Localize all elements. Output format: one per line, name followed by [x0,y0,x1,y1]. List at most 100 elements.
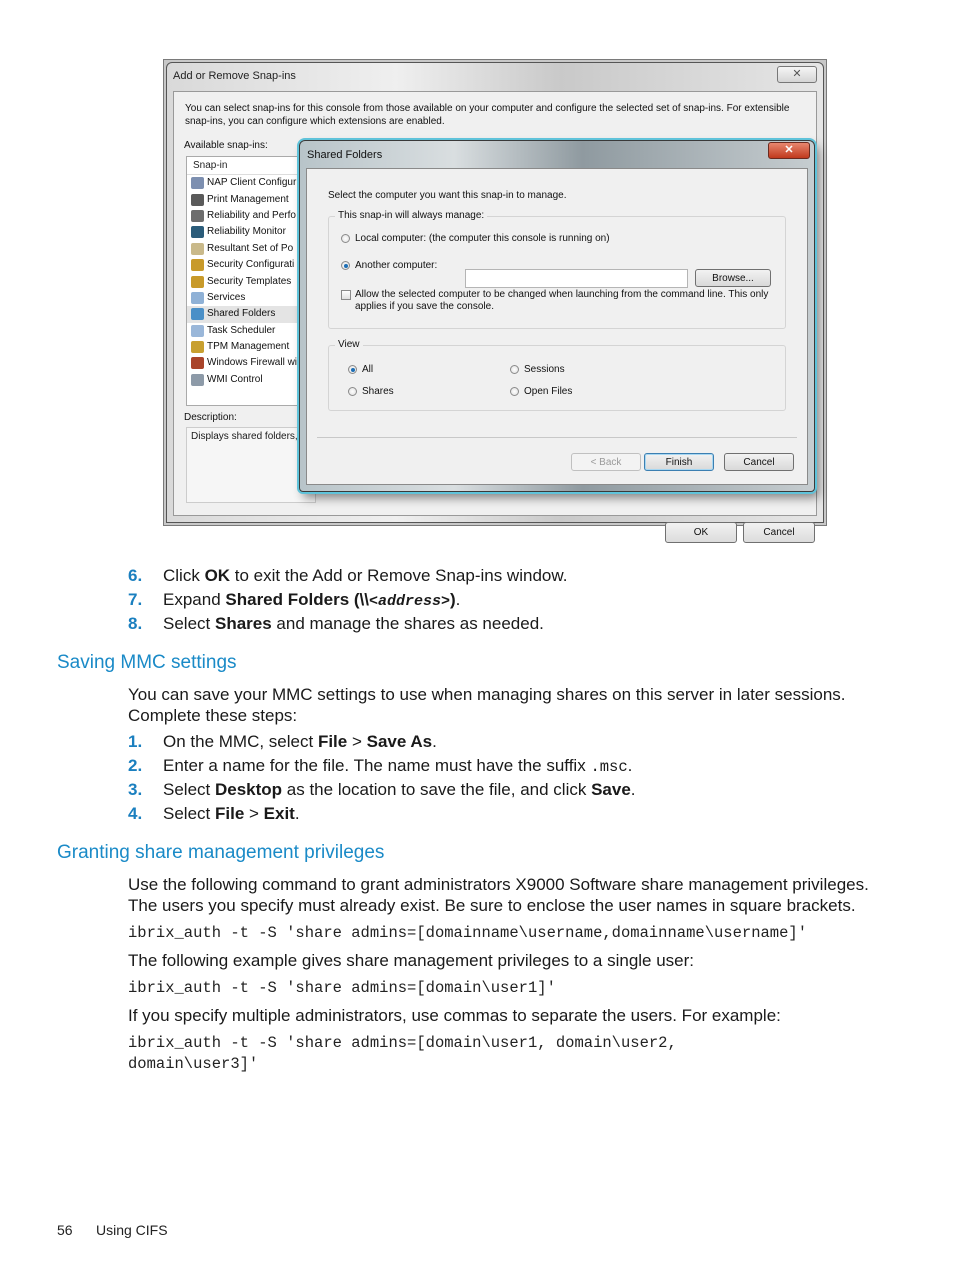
step-number: 1. [128,732,143,751]
snapin-label: Reliability Monitor [207,226,286,238]
task-scheduler-icon [191,324,204,337]
dialog-title: Shared Folders [307,149,383,161]
radio-icon [510,365,519,374]
close-icon: ✕ [792,68,802,80]
inner-cancel-button[interactable]: Cancel [724,453,794,471]
snapin-list-item[interactable]: Security Configurati [187,257,317,273]
back-button[interactable]: < Back [571,453,641,471]
radio-label: Sessions [524,364,565,375]
local-computer-radio[interactable]: Local computer: (the computer this conso… [341,233,610,244]
print-management-icon [191,193,204,206]
view-open-files-radio[interactable]: Open Files [510,386,572,397]
ok-button[interactable]: OK [665,522,737,543]
checkbox-label: Allow the selected computer to be change… [355,289,769,312]
description-label: Description: [184,412,237,423]
snapin-label: WMI Control [207,373,263,385]
step-number: 4. [128,804,143,823]
view-all-radio[interactable]: All [348,364,373,375]
step-text: Select Desktop as the location to save t… [163,780,636,799]
step-number: 6. [128,566,143,585]
dialog-intro: You can select snap-ins for this console… [185,103,790,127]
another-computer-radio[interactable]: Another computer: [341,260,437,271]
snapin-label: Reliability and Perfo [207,209,296,221]
radio-icon [348,387,357,396]
snapin-list-item[interactable]: Security Templates [187,273,317,289]
wmi-control-icon [191,373,204,386]
view-group: View All Sessions Shares Open Files [328,339,786,411]
snapin-label: Security Configurati [207,259,295,271]
divider [317,437,797,438]
step-number: 7. [128,590,143,609]
windows-firewall-icon [191,357,204,370]
add-remove-snapins-dialog: Add or Remove Snap-ins ✕ You can select … [166,62,824,543]
description-box: Displays shared folders, [186,427,316,503]
snapin-list-item[interactable]: Windows Firewall wi [187,355,317,371]
snapin-list-item[interactable]: Reliability and Perfo [187,208,317,224]
snapin-list-item[interactable]: Shared Folders [187,306,317,323]
snapin-list-item[interactable]: Services [187,290,317,306]
screenshot-figure: Add or Remove Snap-ins ✕ You can select … [163,59,827,543]
radio-selected-icon [348,365,357,374]
services-icon [191,291,204,304]
close-icon: ✕ [784,144,794,156]
step-text: Select Shares and manage the shares as n… [163,614,544,633]
radio-label: Local computer: (the computer this conso… [355,233,610,244]
step-text: Click OK to exit the Add or Remove Snap-… [163,566,568,585]
snapin-list-item[interactable]: WMI Control [187,372,317,388]
close-button[interactable]: ✕ [777,66,817,83]
manage-group: This snap-in will always manage: Local c… [328,210,786,329]
snapin-label: Resultant Set of Po [207,242,294,254]
snapin-list-item[interactable]: Reliability Monitor [187,224,317,240]
code-block-multi: ibrix_auth -t -S 'share admins=[domain\u… [128,1034,677,1073]
page-number: 56 [57,1222,73,1238]
nap-client-icon [191,177,204,190]
snapin-list-item[interactable]: NAP Client Configur [187,175,317,191]
reliability-perf-icon [191,209,204,222]
another-computer-input[interactable] [465,269,688,288]
snapin-list-item[interactable]: TPM Management [187,339,317,355]
snapin-label: Shared Folders [207,308,276,320]
finish-button[interactable]: Finish [644,453,714,471]
snapin-label: Windows Firewall wi [207,357,298,369]
allow-change-checkbox[interactable]: Allow the selected computer to be change… [341,289,771,313]
reliability-monitor-icon [191,226,204,239]
view-sessions-radio[interactable]: Sessions [510,364,565,375]
radio-label: Shares [362,386,394,397]
shared-folders-icon [191,308,204,321]
view-shares-radio[interactable]: Shares [348,386,394,397]
group-label: This snap-in will always manage: [335,210,488,221]
radio-label: Another computer: [355,260,438,271]
step-text: Enter a name for the file. The name must… [163,756,633,776]
section-heading-granting: Granting share management privileges [57,842,385,863]
snapin-label: Task Scheduler [207,324,276,336]
checkbox-icon [341,290,351,300]
dialog-prompt: Select the computer you want this snap-i… [328,190,567,201]
snapin-label: Print Management [207,193,289,205]
snapin-label: TPM Management [207,341,290,353]
radio-icon [510,387,519,396]
snapin-label: Services [207,291,246,303]
snapin-list-item[interactable]: Task Scheduler [187,323,317,339]
section-intro: You can save your MMC settings to use wh… [128,685,846,725]
radio-label: Open Files [524,386,573,397]
step-number: 8. [128,614,143,633]
close-button[interactable]: ✕ [768,142,810,159]
dialog-title: Add or Remove Snap-ins [173,70,296,82]
example-multi-intro: If you specify multiple administrators, … [128,1006,781,1025]
browse-button[interactable]: Browse... [695,269,771,287]
code-block-single: ibrix_auth -t -S 'share admins=[domain\u… [128,979,556,997]
step-text: On the MMC, select File > Save As. [163,732,437,751]
chapter-title: Using CIFS [96,1222,168,1238]
radio-icon [341,234,350,243]
example-single-intro: The following example gives share manage… [128,951,695,970]
step-number: 2. [128,756,143,775]
step-number: 3. [128,780,143,799]
snapin-list-item[interactable]: Resultant Set of Po [187,241,317,257]
snapin-label: Security Templates [207,275,292,287]
snapin-list-item[interactable]: Print Management [187,191,317,207]
list-header-snapin[interactable]: Snap-in [187,157,317,175]
outer-cancel-button[interactable]: Cancel [743,522,815,543]
step-text: Expand Shared Folders (\\<address>). [163,590,461,610]
shared-folders-dialog: Shared Folders ✕ Select the computer you… [299,140,815,492]
code-block-general: ibrix_auth -t -S 'share admins=[domainna… [128,924,808,942]
